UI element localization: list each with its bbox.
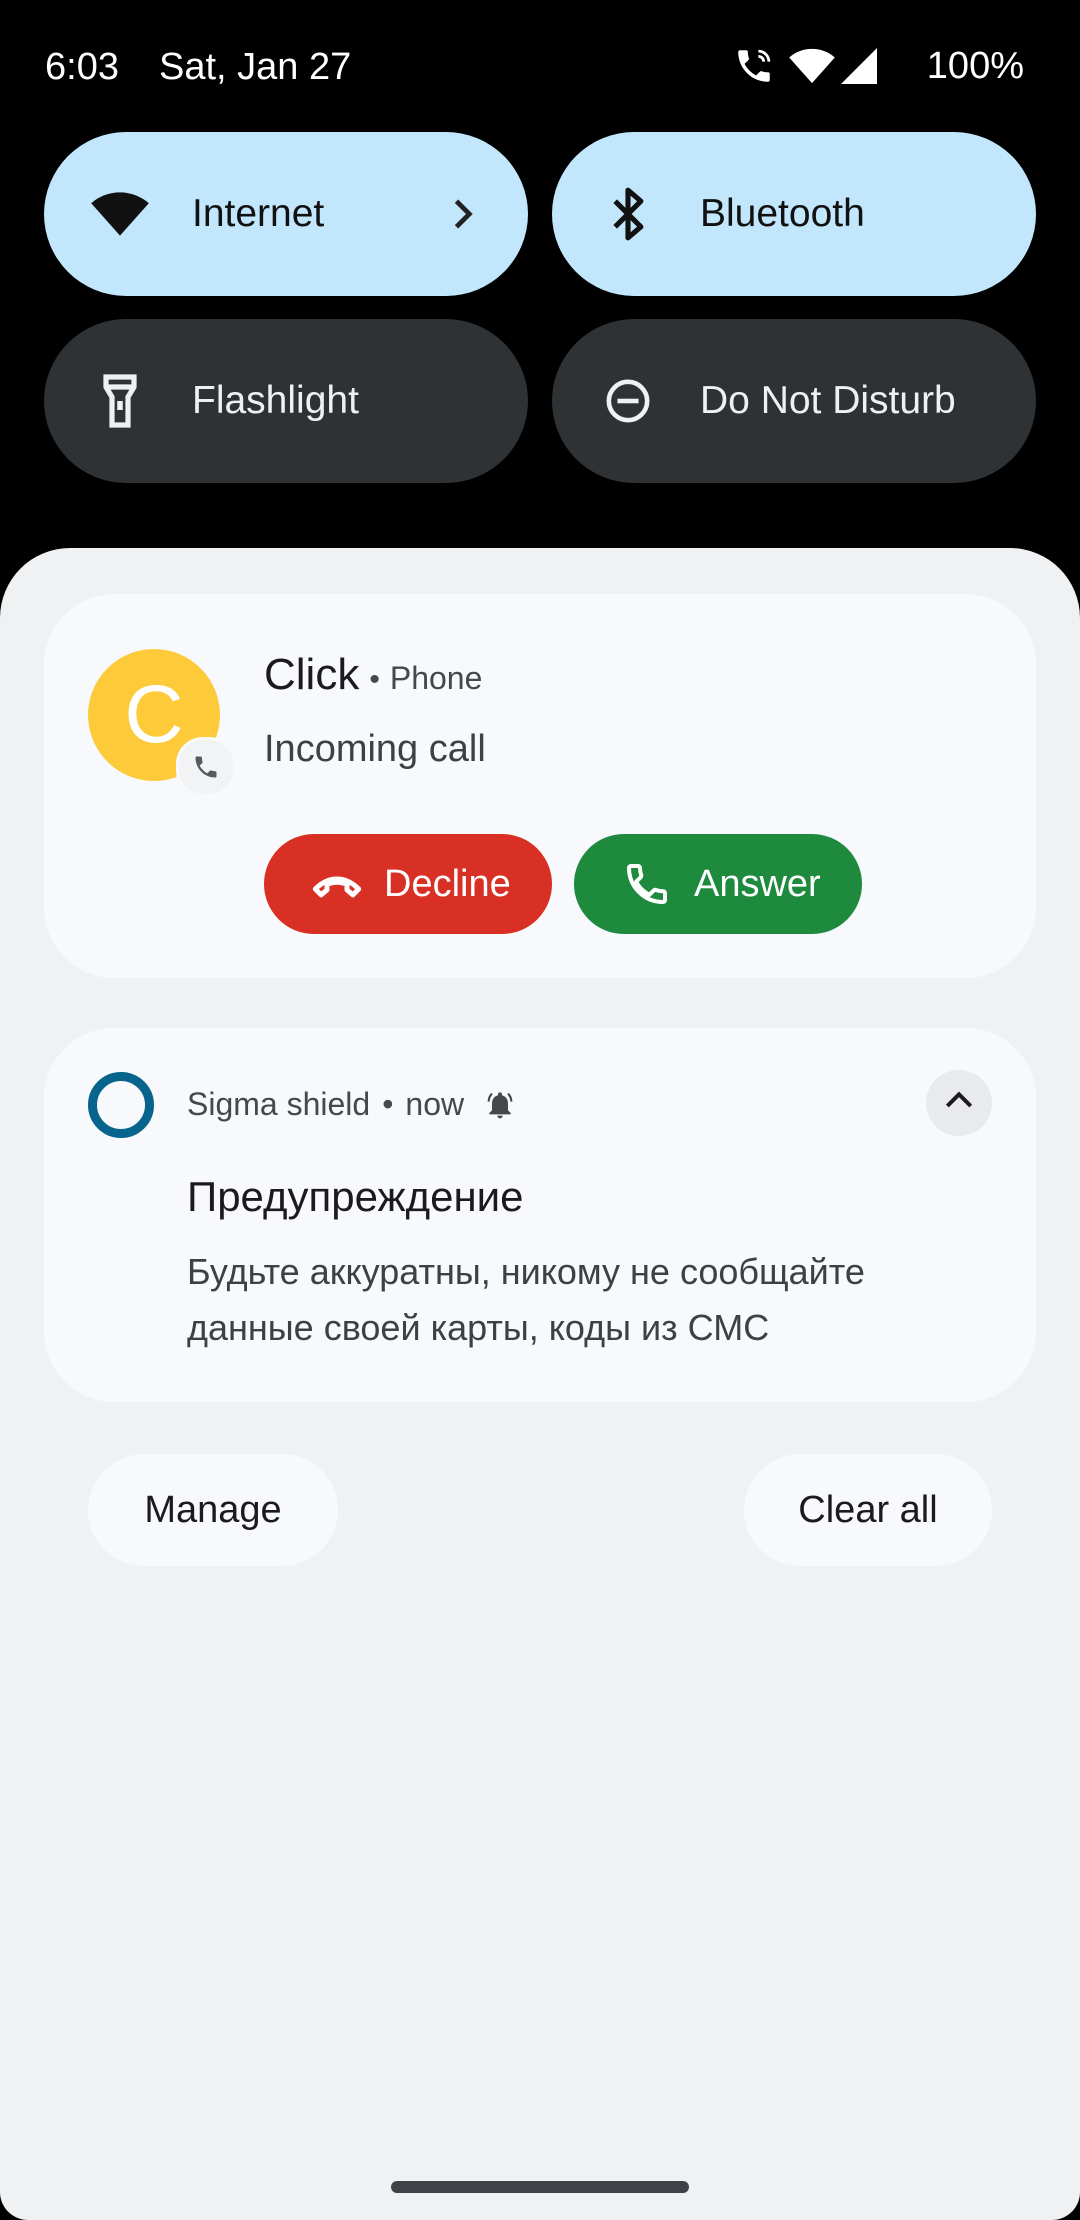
collapse-button[interactable] [926, 1070, 992, 1136]
caller-name: Click [264, 650, 360, 699]
bluetooth-icon [596, 182, 660, 246]
call-status: Incoming call [264, 728, 486, 770]
sigma-shield-notification[interactable]: Sigma shield • now Предупреждение Будьте… [44, 1028, 1036, 1402]
tile-label: Bluetooth [700, 192, 865, 235]
phone-icon [620, 857, 674, 911]
header-separator: • [382, 1086, 394, 1122]
app-icon [88, 1072, 154, 1138]
wifi-icon [88, 182, 152, 246]
tile-label: Flashlight [192, 379, 359, 422]
quick-settings: Internet Bluetooth Flashlight Do Not Dis… [44, 132, 1036, 483]
answer-label: Answer [694, 862, 821, 905]
wifi-icon [788, 47, 835, 85]
alert-header: Sigma shield • now [187, 1086, 516, 1123]
flashlight-icon [88, 369, 152, 433]
phone-badge-icon [176, 737, 236, 797]
tile-internet[interactable]: Internet [44, 132, 528, 296]
incoming-call-notification[interactable]: C Click • Phone Incoming call Decline An… [44, 594, 1036, 978]
alert-title: Предупреждение [187, 1173, 524, 1220]
call-header: Click • Phone [264, 650, 482, 700]
header-separator: • [369, 663, 380, 696]
app-name: Phone [389, 660, 483, 696]
alert-body: Будьте аккуратны, никому не сообщайте да… [187, 1251, 865, 1348]
decline-label: Decline [384, 862, 511, 905]
clear-all-button[interactable]: Clear all [744, 1454, 992, 1566]
status-time: 6:03 [45, 46, 119, 88]
call-icon [733, 45, 775, 87]
tile-label: Internet [192, 192, 325, 235]
cell-signal-icon [840, 48, 877, 84]
manage-button[interactable]: Manage [88, 1454, 338, 1566]
status-date: Sat, Jan 27 [159, 46, 352, 88]
status-bar: 6:03 Sat, Jan 27 100% [0, 0, 1080, 130]
hang-up-icon [310, 857, 364, 911]
decline-button[interactable]: Decline [264, 834, 552, 934]
call-actions: Decline Answer [264, 834, 862, 934]
notification-time: now [405, 1086, 465, 1122]
bell-alert-icon [484, 1089, 516, 1121]
tile-bluetooth[interactable]: Bluetooth [552, 132, 1036, 296]
app-name: Sigma shield [187, 1086, 371, 1122]
battery-level: 100% [926, 44, 1024, 87]
chevron-right-icon[interactable] [440, 192, 484, 236]
do-not-disturb-icon [596, 369, 660, 433]
status-icons: 100% [733, 40, 1024, 92]
gesture-navigation-handle[interactable] [391, 2181, 689, 2193]
tile-label: Do Not Disturb [700, 379, 956, 422]
chevron-up-icon [939, 1081, 979, 1126]
notification-panel: C Click • Phone Incoming call Decline An… [0, 548, 1080, 2220]
tile-do-not-disturb[interactable]: Do Not Disturb [552, 319, 1036, 483]
tile-flashlight[interactable]: Flashlight [44, 319, 528, 483]
notification-shade-screen: 6:03 Sat, Jan 27 100% Internet Bluetooth… [0, 0, 1080, 2220]
answer-button[interactable]: Answer [574, 834, 862, 934]
